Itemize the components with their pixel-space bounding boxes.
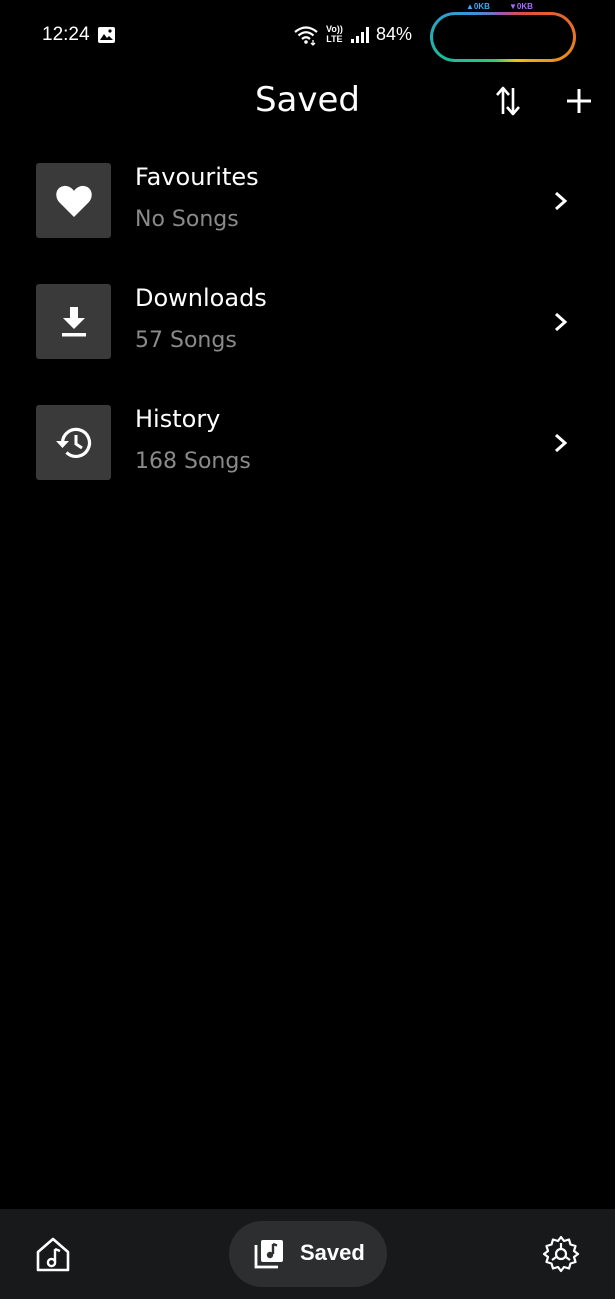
wifi-icon [294, 26, 318, 46]
chevron-right-icon [555, 191, 568, 211]
playlist-title: Downloads [135, 284, 267, 312]
playlist-song-count: 168 Songs [135, 449, 251, 474]
playlist-item-history[interactable]: History 168 Songs [0, 405, 615, 505]
playlist-song-count: 57 Songs [135, 328, 237, 353]
playlist-thumb [36, 284, 111, 359]
chevron-right-icon [555, 433, 568, 453]
plus-icon[interactable] [564, 86, 594, 116]
battery-percent: 84% [376, 24, 413, 44]
net-down-speed: ▼0KB [509, 2, 533, 11]
playlist-thumb [36, 163, 111, 238]
volte-indicator: Vo)) LTE [326, 24, 343, 44]
status-bar: 12:24 Vo)) LTE 84% ▲0KB ▼0KB [0, 0, 615, 70]
playlist-item-favourites[interactable]: Favourites No Songs [0, 163, 615, 263]
download-icon [61, 306, 86, 336]
history-icon [55, 427, 91, 458]
signal-icon [351, 27, 369, 43]
playlist-thumb [36, 405, 111, 480]
nav-tab-saved[interactable]: Saved [229, 1221, 387, 1287]
chevron-right-icon [555, 312, 568, 332]
home-music-icon[interactable] [34, 1235, 72, 1273]
settings-icon[interactable] [542, 1235, 580, 1273]
playlist-title: Favourites [135, 163, 259, 191]
playlist-item-downloads[interactable]: Downloads 57 Songs [0, 284, 615, 384]
sort-arrows-icon[interactable] [494, 84, 522, 118]
net-up-speed: ▲0KB [466, 2, 490, 11]
status-time: 12:24 [42, 24, 90, 45]
header: Saved [0, 70, 615, 134]
bottom-navigation: Saved [0, 1209, 615, 1299]
nav-tab-saved-label: Saved [300, 1240, 365, 1265]
camera-pill-indicator [430, 12, 576, 62]
gallery-icon [98, 27, 115, 43]
playlist-title: History [135, 405, 221, 433]
page-title: Saved [254, 80, 361, 120]
playlist-song-count: No Songs [135, 207, 239, 232]
volte-bottom-label: LTE [326, 34, 343, 44]
volte-top-label: Vo)) [326, 24, 343, 34]
library-music-icon [254, 1240, 283, 1269]
heart-icon [55, 185, 92, 217]
